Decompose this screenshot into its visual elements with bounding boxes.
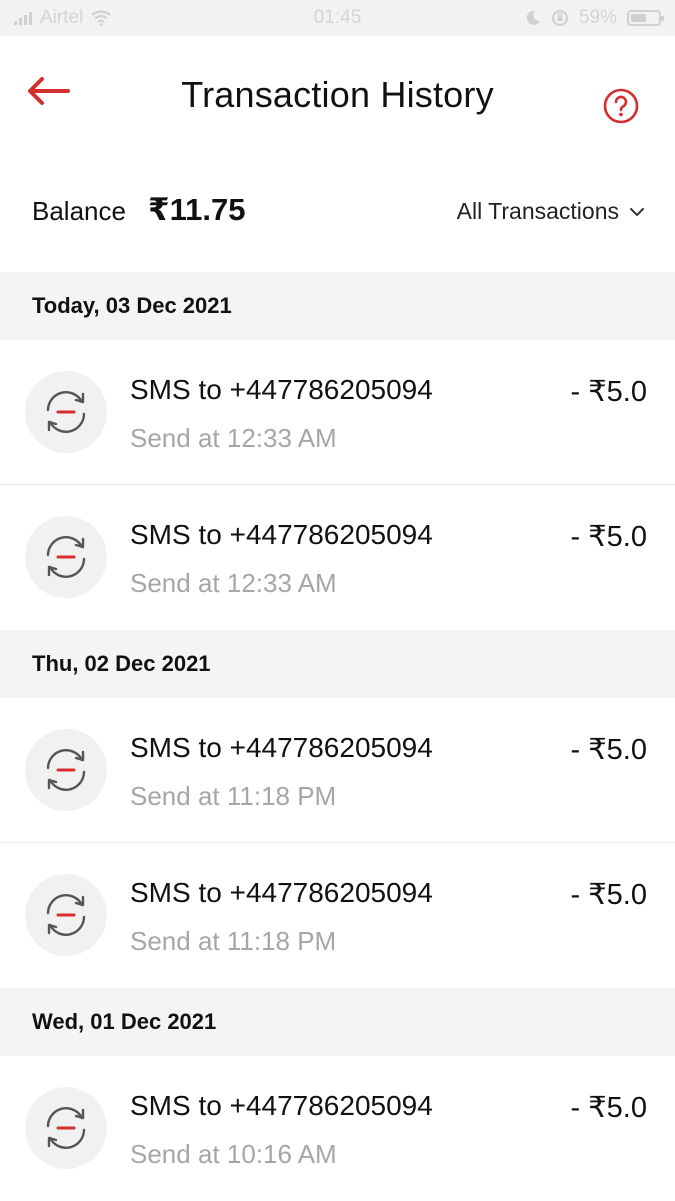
transaction-icon: [25, 516, 107, 598]
moon-icon: [526, 10, 540, 25]
transaction-filter-dropdown[interactable]: All Transactions: [457, 198, 645, 225]
chevron-down-icon: [630, 207, 644, 216]
transaction-title: SMS to +447786205094: [130, 519, 433, 550]
status-right: 59%: [525, 7, 664, 29]
battery-percent: 59%: [578, 7, 617, 28]
date-header-today: Today, 03 Dec 2021: [0, 272, 675, 340]
transaction-icon: [25, 1087, 107, 1169]
transaction-row[interactable]: SMS to +447786205094 Send at 12:33 AM - …: [0, 485, 675, 630]
exchange-icon: [46, 1107, 86, 1149]
transaction-title: SMS to +447786205094: [130, 1090, 433, 1121]
transaction-title: SMS to +447786205094: [130, 374, 433, 405]
transaction-time: Send at 12:33 AM: [130, 568, 337, 598]
app-header: Transaction History: [0, 36, 675, 156]
transaction-title: SMS to +447786205094: [130, 877, 433, 908]
transaction-amount: - ₹5.0: [570, 879, 647, 911]
transaction-row[interactable]: SMS to +447786205094 Send at 11:18 PM - …: [0, 698, 675, 843]
transaction-icon: [25, 874, 107, 956]
question-circle-icon: [603, 88, 639, 124]
exchange-icon: [46, 894, 86, 936]
transaction-time: Send at 11:18 PM: [130, 926, 337, 956]
exchange-icon: [46, 391, 86, 433]
balance-row: Balance ₹11.75 All Transactions: [0, 156, 675, 272]
orientation-lock-icon: [551, 10, 568, 26]
status-bar: Airtel 01:45 59%: [0, 0, 675, 36]
transaction-row[interactable]: SMS to +447786205094 Send at 12:33 AM - …: [0, 340, 675, 485]
transaction-row[interactable]: SMS to +447786205094 Send at 11:18 PM - …: [0, 843, 675, 988]
transaction-row[interactable]: SMS to +447786205094 Send at 10:16 AM - …: [0, 1056, 675, 1201]
exchange-icon: [46, 536, 86, 578]
transaction-time: Send at 12:33 AM: [130, 423, 337, 453]
date-header-wed: Wed, 01 Dec 2021: [0, 988, 675, 1056]
filter-label: All Transactions: [456, 198, 619, 224]
battery-icon: [627, 10, 664, 26]
transaction-time: Send at 11:18 PM: [130, 781, 337, 811]
help-button[interactable]: [603, 88, 639, 124]
transaction-title: SMS to +447786205094: [130, 732, 433, 763]
transaction-amount: - ₹5.0: [570, 1092, 647, 1124]
transaction-amount: - ₹5.0: [570, 734, 647, 766]
transaction-time: Send at 10:16 AM: [130, 1139, 337, 1169]
transaction-amount: - ₹5.0: [570, 521, 647, 553]
transaction-amount: - ₹5.0: [570, 376, 647, 408]
balance-value: ₹11.75: [148, 192, 246, 227]
date-header-thu: Thu, 02 Dec 2021: [0, 630, 675, 698]
balance-label: Balance: [32, 196, 126, 226]
transaction-icon: [25, 729, 107, 811]
transaction-icon: [25, 371, 107, 453]
exchange-icon: [46, 749, 86, 791]
page-title: Transaction History: [181, 74, 494, 115]
